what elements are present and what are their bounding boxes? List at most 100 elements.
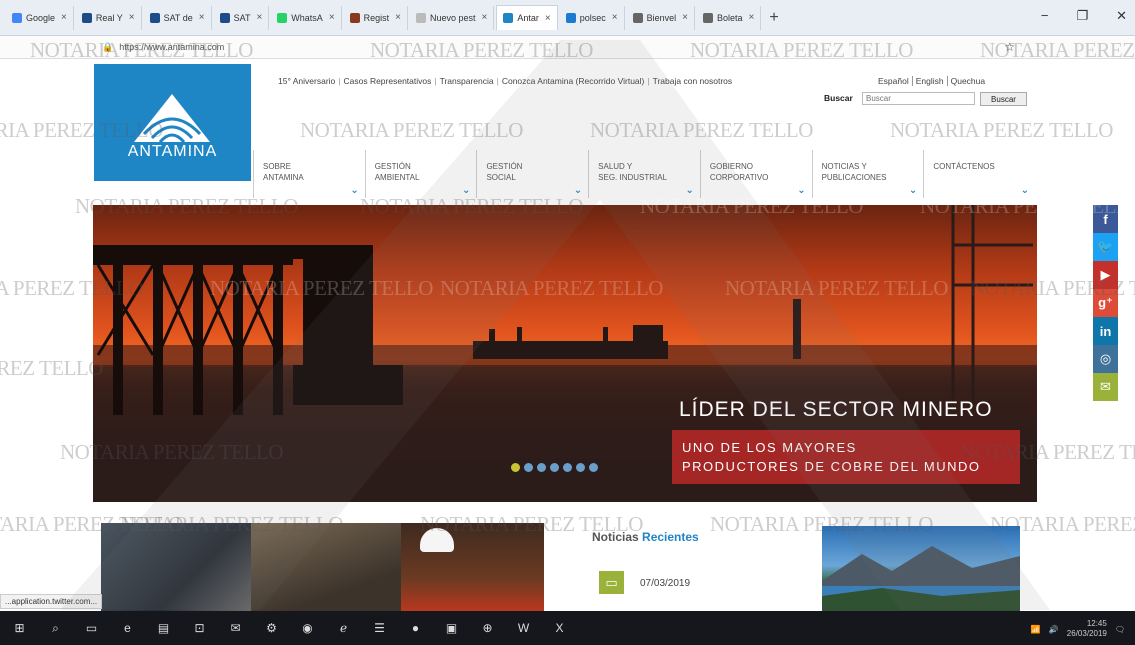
language-link[interactable]: Español xyxy=(875,76,912,86)
browser-tab[interactable]: Nuevo pest × xyxy=(410,5,495,30)
utility-link[interactable]: 15° Aniversario xyxy=(275,76,338,86)
tab-close-icon[interactable]: × xyxy=(749,12,755,23)
watermark-text: NOTARIA PEREZ TELLO xyxy=(990,512,1135,536)
utility-link[interactable]: Conozca Antamina (Recorrido Virtual) xyxy=(499,76,648,86)
tab-close-icon[interactable]: × xyxy=(395,12,401,23)
slider-dot[interactable] xyxy=(537,463,546,472)
close-window-button[interactable]: ✕ xyxy=(1116,8,1127,24)
windows-start-icon[interactable]: ⊞ xyxy=(12,621,27,636)
new-tab-button[interactable]: + xyxy=(769,9,778,27)
news-date: 07/03/2019 xyxy=(640,578,691,589)
tab-title: Bienvel xyxy=(646,12,677,23)
watermark-text: NOTARIA PEREZ TELLO xyxy=(590,118,813,142)
slider-dot[interactable] xyxy=(511,463,520,472)
tab-title: Regist xyxy=(363,12,390,23)
twitter-icon[interactable]: 🐦 xyxy=(1093,233,1118,261)
nav-item[interactable]: GOBIERNO CORPORATIVO ⌄ xyxy=(699,150,812,198)
watermark-text: NOTARIA PEREZ TELLO xyxy=(30,38,253,62)
tab-title: polsec xyxy=(579,12,606,23)
task-view-icon[interactable]: ▭ xyxy=(84,621,99,636)
excel-icon[interactable]: X xyxy=(552,621,567,636)
file-explorer-icon[interactable]: ▤ xyxy=(156,621,171,636)
nav-item[interactable]: SOBRE ANTAMINA ⌄ xyxy=(253,150,365,198)
nav-item[interactable]: SALUD Y SEG. INDUSTRIAL ⌄ xyxy=(588,150,700,198)
utility-link[interactable]: Transparencia xyxy=(437,76,497,86)
watermark-text: NOTARIA PEREZ TELLO xyxy=(440,276,663,300)
watermark-text: NOTARIA PEREZ TELLO xyxy=(300,118,523,142)
tab-close-icon[interactable]: × xyxy=(612,12,618,23)
network-icon[interactable]: ⊕ xyxy=(480,621,495,636)
instagram-icon[interactable]: ◎ xyxy=(1093,345,1118,373)
windows-taskbar: ⊞ ⌕ ▭ e ▤ ⊡ ✉ ⚙ ◉ ℯ ☰ ● ▣ ⊕ W X xyxy=(0,611,1135,645)
tab-favicon-icon xyxy=(416,12,427,23)
browser-tab[interactable]: Google × xyxy=(6,5,74,30)
nav-item-line1: CONTÁCTENOS xyxy=(933,162,995,171)
browser-tab[interactable]: WhatsA × xyxy=(271,5,342,30)
utility-link[interactable]: Casos Representativos xyxy=(340,76,434,86)
chevron-down-icon: ⌄ xyxy=(350,185,359,196)
ie-icon[interactable]: ℯ xyxy=(336,621,351,636)
app-icon[interactable]: ☰ xyxy=(372,621,387,636)
browser-tab[interactable]: SAT × xyxy=(214,5,270,30)
volume-tray-icon[interactable]: 🔊 xyxy=(1049,625,1059,634)
minimize-button[interactable]: − xyxy=(1041,8,1049,24)
watermark-text: NOTARIA PEREZ TELLO xyxy=(920,194,1135,218)
browser-tab[interactable]: SAT de × xyxy=(144,5,212,30)
utility-link[interactable]: Trabaja con nosotros xyxy=(650,76,736,86)
tab-favicon-icon xyxy=(149,12,160,23)
status-url: ...application.twitter.com... xyxy=(0,594,103,609)
language-link[interactable]: Quechua xyxy=(946,76,989,86)
tab-close-icon[interactable]: × xyxy=(256,12,262,23)
nav-item[interactable]: NOTICIAS Y PUBLICACIONES ⌄ xyxy=(811,150,924,198)
store-icon[interactable]: ⊡ xyxy=(192,621,207,636)
tab-close-icon[interactable]: × xyxy=(545,13,551,24)
tab-close-icon[interactable]: × xyxy=(682,12,688,23)
mail-icon[interactable]: ✉ xyxy=(228,621,243,636)
maximize-button[interactable]: ❐ xyxy=(1076,8,1088,24)
browser-tab[interactable]: Bienvel × xyxy=(627,5,695,30)
slider-dot[interactable] xyxy=(550,463,559,472)
slider-dot[interactable] xyxy=(589,463,598,472)
browser-tab[interactable]: Antar × xyxy=(496,5,558,30)
nav-item[interactable]: GESTIÓN AMBIENTAL ⌄ xyxy=(364,150,477,198)
nav-item-line1: GESTIÓN xyxy=(486,162,523,171)
tab-close-icon[interactable]: × xyxy=(329,12,335,23)
notifications-icon[interactable]: 🗨 xyxy=(1115,625,1125,634)
browser-tab[interactable]: polsec × xyxy=(560,5,625,30)
tab-close-icon[interactable]: × xyxy=(482,12,488,23)
nav-item[interactable]: GESTIÓN SOCIAL ⌄ xyxy=(476,150,588,198)
search-input[interactable] xyxy=(862,92,975,105)
slider-dot[interactable] xyxy=(563,463,572,472)
network-tray-icon[interactable]: 📶 xyxy=(1031,625,1041,634)
clock-date: 26/03/2019 xyxy=(1066,629,1107,638)
tab-close-icon[interactable]: × xyxy=(129,12,135,23)
slider-dot[interactable] xyxy=(524,463,533,472)
nav-item[interactable]: CONTÁCTENOS ⌄ xyxy=(923,150,1035,198)
settings-icon[interactable]: ⚙ xyxy=(264,621,279,636)
tab-close-icon[interactable]: × xyxy=(61,12,67,23)
hero-title: LÍDER DEL SECTOR MINERO xyxy=(679,398,993,421)
taskbar-clock[interactable]: 12:45 26/03/2019 xyxy=(1067,619,1107,639)
search-icon[interactable]: ⌕ xyxy=(48,621,63,636)
browser-tab[interactable]: Boleta × xyxy=(697,5,762,30)
slider-dot[interactable] xyxy=(576,463,585,472)
language-link[interactable]: English xyxy=(911,76,947,86)
word-icon[interactable]: W xyxy=(516,621,531,636)
email-icon[interactable]: ✉ xyxy=(1093,373,1118,401)
browser-tab[interactable]: Real Y × xyxy=(76,5,142,30)
firefox-icon[interactable]: ◉ xyxy=(300,621,315,636)
chrome-icon[interactable]: ● xyxy=(408,621,423,636)
search-button[interactable]: Buscar xyxy=(980,92,1027,106)
linkedin-icon[interactable]: in xyxy=(1093,317,1118,345)
landscape-thumbnail[interactable] xyxy=(822,526,1020,614)
edge-icon[interactable]: e xyxy=(120,621,135,636)
tab-close-icon[interactable]: × xyxy=(199,12,205,23)
chevron-down-icon: ⌄ xyxy=(908,185,918,196)
browser-tab[interactable]: Regist × xyxy=(344,5,409,30)
window-controls: − ❐ ✕ xyxy=(1041,8,1127,24)
watermark-text: NOTARIA PEREZ TELLO xyxy=(980,38,1135,62)
watermark-text: NOTARIA PEREZ TELLO xyxy=(890,118,1113,142)
tab-favicon-icon xyxy=(632,12,643,23)
browser-tab-strip: Google × Real Y × SAT de × SAT × WhatsA × Regist × N… xyxy=(0,0,1135,36)
pdf-icon[interactable]: ▣ xyxy=(444,621,459,636)
